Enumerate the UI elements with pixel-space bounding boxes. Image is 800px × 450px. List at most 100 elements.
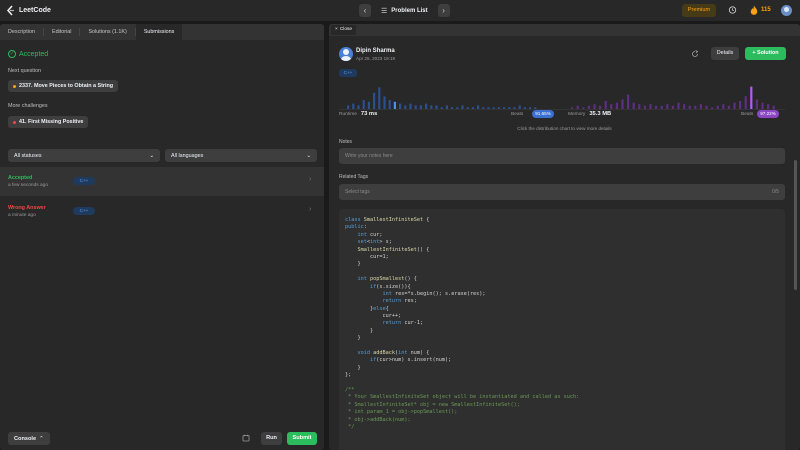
next-question-link[interactable]: 2337. Move Pieces to Obtain a String (8, 80, 119, 92)
problem-navigator: ‹ ☰ Problem List › (359, 4, 450, 17)
notes-input[interactable]: Write your notes here (339, 148, 785, 164)
code-line: * Your SmallestInfiniteSet object will b… (345, 394, 580, 401)
tags-count: 0/5 (772, 189, 779, 195)
memory-bar (660, 105, 663, 109)
more-challenge-link[interactable]: 41. First Missing Positive (8, 116, 89, 128)
check-circle-icon: ✓ (8, 50, 16, 58)
console-button[interactable]: Console ⌃ (8, 432, 50, 445)
runtime-bar (409, 103, 412, 109)
runtime-bar (466, 107, 469, 109)
language-filter[interactable]: All languages ⌄ (165, 149, 317, 162)
runtime-bar (425, 103, 428, 109)
runtime-bar (347, 105, 350, 109)
code-line: * obj->addBack(num); (345, 416, 411, 423)
close-tab-button[interactable]: × Close (331, 25, 357, 35)
tab-description[interactable]: Description (0, 24, 43, 40)
runtime-bar (367, 101, 370, 109)
runtime-bar (482, 107, 485, 109)
code-line: int res=*s.begin(); s.erase(res); (382, 290, 486, 297)
runtime-bar (419, 105, 422, 109)
tab-solutions[interactable]: Solutions (1.1K) (80, 24, 134, 40)
code-line: } (345, 327, 374, 334)
runtime-bar (357, 105, 360, 109)
memory-bar (632, 102, 635, 109)
runtime-beats-badge: 91.65% (532, 110, 554, 118)
memory-bar (604, 101, 607, 109)
logo[interactable]: LeetCode (6, 5, 51, 16)
alarm-icon[interactable] (728, 5, 737, 16)
runtime-bar (440, 107, 443, 109)
code-line: void addBack(int num) { (357, 350, 430, 357)
language-filter-value: All languages (171, 152, 204, 159)
memory-bar (772, 105, 775, 109)
memory-beats-label: Beats (741, 112, 754, 117)
details-button[interactable]: Details (711, 47, 739, 60)
runtime-bar (404, 105, 407, 109)
notes-icon[interactable] (242, 434, 250, 444)
code-line: } (345, 261, 361, 268)
runtime-bar (414, 105, 417, 109)
tags-select[interactable]: Select tags 0/5 (339, 184, 785, 200)
memory-bar (643, 105, 646, 109)
runtime-metric: Runtime 73 ms (339, 111, 377, 117)
premium-button[interactable]: Premium (682, 4, 716, 17)
runtime-bar (393, 101, 396, 109)
status-filter[interactable]: All statuses ⌄ (8, 149, 160, 162)
author-avatar[interactable] (339, 47, 353, 61)
run-button[interactable]: Run (261, 432, 282, 445)
runtime-bar (503, 107, 506, 109)
runtime-bar (523, 107, 526, 109)
submit-button[interactable]: Submit (287, 432, 317, 445)
runtime-bar (430, 105, 433, 109)
code-line: cur=1; (345, 253, 389, 260)
runtime-beats-label: Beats (511, 112, 524, 117)
distribution-chart[interactable] (339, 84, 785, 110)
memory-bar (615, 102, 618, 109)
author-name[interactable]: Dipin Sharma (356, 48, 395, 54)
submission-time: a few seconds ago (8, 183, 49, 188)
memory-bar (576, 105, 579, 109)
memory-bar (655, 105, 658, 109)
prev-problem-button[interactable]: ‹ (359, 4, 371, 17)
chevron-up-icon: ⌃ (39, 435, 44, 442)
left-tabs: Description Editorial Solutions (1.1K) S… (0, 24, 324, 40)
runtime-bar (456, 107, 459, 109)
runtime-bar (508, 107, 511, 109)
result-status: Accepted (19, 50, 49, 58)
code-line: if(s.size()){ (370, 283, 411, 290)
memory-bar (722, 104, 725, 109)
code-line: }else{ (345, 305, 389, 312)
code-viewer[interactable]: class SmallestInfiniteSet {public: int c… (339, 209, 785, 450)
memory-bar (571, 107, 574, 109)
difficulty-dot (13, 84, 16, 88)
code-line: cur++; (345, 313, 402, 320)
code-line: if(cur>num) s.insert(num); (370, 357, 452, 364)
user-avatar[interactable] (781, 5, 792, 16)
chevron-left-icon: ‹ (363, 6, 367, 15)
runtime-bar (373, 92, 376, 109)
next-problem-button[interactable]: › (437, 4, 450, 17)
runtime-bar (445, 105, 448, 109)
problem-list-button[interactable]: ☰ Problem List (375, 4, 434, 17)
tab-submissions[interactable]: Submissions (135, 24, 183, 40)
submission-row[interactable]: Wrong Answer a minute ago C++ › (0, 197, 324, 226)
more-challenges-label: More challenges (8, 103, 48, 109)
runtime-bar (487, 107, 490, 109)
right-panel-scrollbar[interactable] (794, 160, 797, 290)
tab-editorial[interactable]: Editorial (44, 24, 79, 40)
runtime-bar (534, 107, 537, 109)
code-line: /** (345, 386, 355, 393)
share-icon[interactable] (691, 50, 699, 60)
memory-bar (716, 105, 719, 109)
memory-bar (739, 101, 742, 109)
flame-icon[interactable] (750, 5, 758, 17)
more-challenge-title: 41. First Missing Positive (19, 119, 84, 125)
difficulty-dot (13, 120, 16, 124)
memory-bar (627, 94, 630, 109)
code-line: int popSmallest() { (357, 276, 417, 283)
submission-row[interactable]: Accepted a few seconds ago C++ › (0, 167, 324, 196)
memory-metric: Memory 35.3 MB (568, 111, 611, 117)
runtime-value: 73 ms (360, 111, 378, 117)
post-solution-button[interactable]: + Solution (745, 47, 786, 60)
memory-bar (755, 99, 758, 109)
